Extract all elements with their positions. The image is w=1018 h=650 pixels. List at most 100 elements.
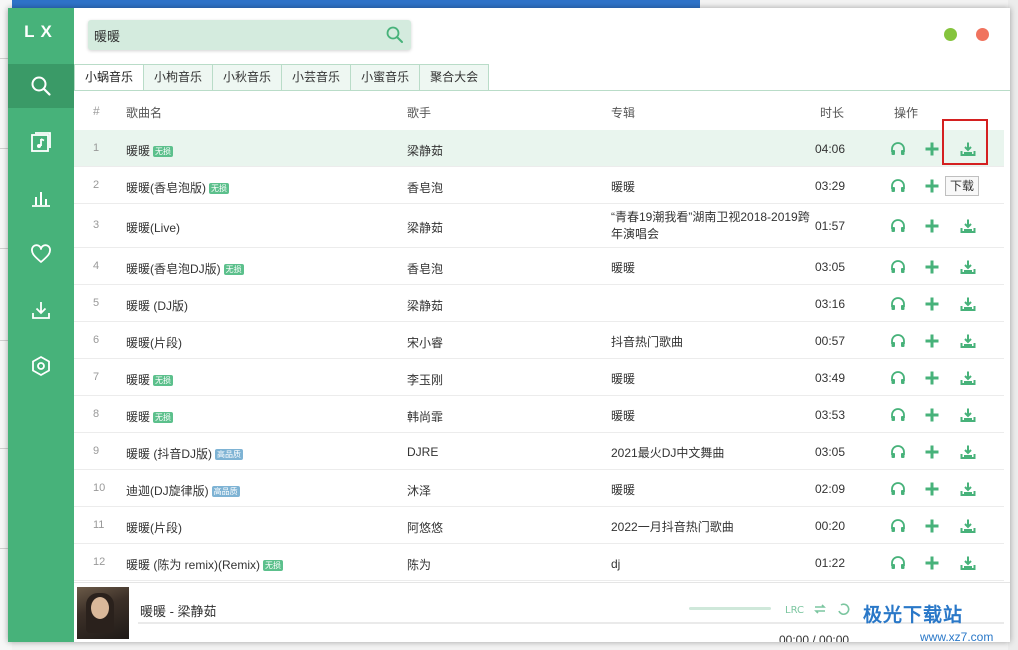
song-index: 10 (93, 482, 109, 494)
song-num-text: 7 (93, 371, 100, 383)
download-icon[interactable] (958, 294, 978, 314)
add-icon[interactable] (922, 176, 942, 196)
listen-icon[interactable] (888, 294, 908, 314)
listen-icon[interactable] (888, 442, 908, 462)
nav-leaderboard[interactable] (8, 176, 74, 220)
table-row[interactable]: 7 暖暖 无损 李玉刚 暖暖 03:49 (74, 359, 1004, 396)
download-icon[interactable] (958, 479, 978, 499)
table-row[interactable]: 1 暖暖 无损 梁静茹 04:06 (74, 130, 1004, 167)
song-duration: 03:29 (815, 179, 845, 193)
song-index: 2 (93, 179, 109, 191)
tab-source[interactable]: 小蜜音乐 (351, 64, 421, 91)
search-icon[interactable] (385, 25, 405, 45)
song-singer-text: DJRE (407, 445, 439, 459)
song-name-text: 暖暖(香皂泡DJ版) (126, 262, 221, 276)
song-index: 6 (93, 334, 109, 346)
listen-icon[interactable] (888, 405, 908, 425)
song-duration: 03:49 (815, 371, 845, 385)
song-duration: 00:57 (815, 334, 845, 348)
listen-icon[interactable] (888, 216, 908, 236)
listen-icon[interactable] (888, 479, 908, 499)
loop-icon[interactable] (836, 601, 852, 617)
add-icon[interactable] (922, 553, 942, 573)
download-icon[interactable] (958, 553, 978, 573)
table-row[interactable]: 8 暖暖 无损 韩尚霏 暖暖 03:53 (74, 396, 1004, 433)
repeat-icon[interactable] (812, 601, 828, 617)
listen-icon[interactable] (888, 331, 908, 351)
download-icon[interactable] (958, 516, 978, 536)
song-singer-text: 沐泽 (407, 484, 432, 498)
volume-slider[interactable] (689, 607, 771, 610)
song-name-text: 迪迦(DJ旋律版) (126, 484, 209, 498)
table-row[interactable]: 12 暖暖 (陈为 remix)(Remix) 无损 陈为 dj 01:22 (74, 544, 1004, 581)
song-index: 8 (93, 408, 109, 420)
listen-icon[interactable] (888, 553, 908, 573)
song-singer-text: 梁静茹 (407, 144, 444, 158)
album-cover[interactable] (77, 587, 129, 639)
quality-badge: 无损 (263, 560, 283, 571)
header-singer: 歌手 (407, 106, 432, 120)
song-num-text: 9 (93, 445, 100, 457)
song-album: 2022一月抖音热门歌曲 (611, 519, 811, 536)
quality-badge: 高品质 (211, 486, 240, 497)
song-singer: 陈为 (407, 556, 431, 573)
tab-source[interactable]: 小芸音乐 (282, 64, 352, 91)
download-icon[interactable] (958, 368, 978, 388)
download-icon[interactable] (958, 405, 978, 425)
song-name-text: 暖暖(Live) (126, 221, 181, 235)
download-icon[interactable] (958, 216, 978, 236)
listen-icon[interactable] (888, 176, 908, 196)
download-icon[interactable] (958, 331, 978, 351)
nav-song-list[interactable] (8, 120, 74, 164)
add-icon[interactable] (922, 442, 942, 462)
table-row[interactable]: 3 暖暖(Live) 梁静茹 “青春19潮我看”湖南卫视2018-2019跨年演唱会 0… (74, 204, 1004, 248)
nav-favorites[interactable] (8, 232, 74, 276)
search-input[interactable] (94, 20, 374, 50)
table-row[interactable]: 11 暖暖(片段) 阿悠悠 2022一月抖音热门歌曲 00:20 (74, 507, 1004, 544)
song-name: 暖暖 (陈为 remix)(Remix) 无损 (126, 556, 283, 573)
tab-source[interactable]: 聚合大会 (420, 64, 490, 91)
song-duration: 01:22 (815, 556, 845, 570)
header-num: # (93, 104, 100, 118)
song-name: 暖暖(片段) (126, 519, 182, 536)
nav-downloads[interactable] (8, 288, 74, 332)
nav-search[interactable] (8, 64, 74, 108)
add-icon[interactable] (922, 216, 942, 236)
table-row[interactable]: 4 暖暖(香皂泡DJ版) 无损 香皂泡 暖暖 03:05 (74, 248, 1004, 285)
listen-icon[interactable] (888, 368, 908, 388)
close-button[interactable] (976, 28, 989, 41)
add-icon[interactable] (922, 516, 942, 536)
add-icon[interactable] (922, 257, 942, 277)
watermark-logo: 极光下载站 (863, 605, 964, 626)
table-header: # 歌曲名 歌手 专辑 时长 操作 (74, 101, 1010, 123)
song-num-text: 6 (93, 334, 100, 346)
nav-settings[interactable] (8, 344, 74, 388)
song-album: 抖音热门歌曲 (611, 334, 811, 351)
tab-source[interactable]: 小蜗音乐 (74, 64, 145, 91)
download-icon[interactable] (958, 442, 978, 462)
minimize-button[interactable] (944, 28, 957, 41)
add-icon[interactable] (922, 368, 942, 388)
chart-bars-icon (32, 192, 50, 207)
listen-icon[interactable] (888, 257, 908, 277)
tab-source[interactable]: 小枸音乐 (144, 64, 214, 91)
lyrics-icon[interactable]: LRC (784, 601, 804, 617)
add-icon[interactable] (922, 294, 942, 314)
table-row[interactable]: 9 暖暖 (抖音DJ版) 高品质 DJRE 2021最火DJ中文舞曲 03:05 (74, 433, 1004, 470)
table-row[interactable]: 2 暖暖(香皂泡版) 无损 香皂泡 暖暖 03:29 (74, 167, 1004, 204)
song-name: 暖暖 无损 (126, 142, 174, 159)
add-icon[interactable] (922, 139, 942, 159)
add-icon[interactable] (922, 405, 942, 425)
listen-icon[interactable] (888, 139, 908, 159)
table-row[interactable]: 10 迪迦(DJ旋律版) 高品质 沐泽 暖暖 02:09 (74, 470, 1004, 507)
download-icon[interactable] (958, 257, 978, 277)
tab-source[interactable]: 小秋音乐 (213, 64, 283, 91)
add-icon[interactable] (922, 331, 942, 351)
table-row[interactable]: 6 暖暖(片段) 宋小睿 抖音热门歌曲 00:57 (74, 322, 1004, 359)
listen-icon[interactable] (888, 516, 908, 536)
table-row[interactable]: 5 暖暖 (DJ版) 梁静茹 03:16 (74, 285, 1004, 322)
song-duration: 01:57 (815, 219, 845, 233)
add-icon[interactable] (922, 479, 942, 499)
header-actions: 操作 (894, 106, 919, 120)
song-album: “青春19潮我看”湖南卫视2018-2019跨年演唱会 (611, 209, 811, 243)
